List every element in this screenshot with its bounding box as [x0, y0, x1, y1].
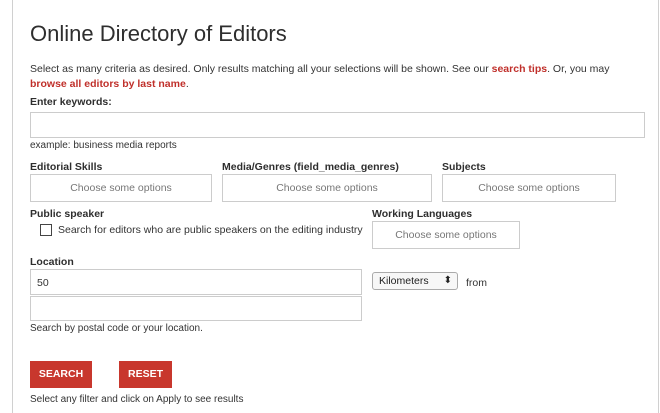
- intro-text-before: Select as many criteria as desired. Only…: [30, 63, 492, 75]
- keywords-input[interactable]: [30, 112, 645, 138]
- working-languages-label: Working Languages: [372, 208, 473, 220]
- browse-by-last-name-link[interactable]: browse all editors by last name: [30, 78, 186, 90]
- public-speaker-label: Public speaker: [30, 208, 105, 220]
- footer-note: Select any filter and click on Apply to …: [30, 394, 244, 405]
- working-languages-select[interactable]: Choose some options: [372, 221, 520, 249]
- search-tips-link[interactable]: search tips: [492, 63, 547, 75]
- editorial-skills-label: Editorial Skills: [30, 161, 103, 173]
- keywords-label: Enter keywords:: [30, 96, 112, 108]
- public-speaker-checkbox-label[interactable]: Search for editors who are public speake…: [58, 224, 363, 236]
- postal-code-input[interactable]: [30, 296, 362, 321]
- subjects-select[interactable]: Choose some options: [442, 174, 616, 202]
- subjects-label: Subjects: [442, 161, 486, 173]
- location-label: Location: [30, 256, 74, 268]
- search-button[interactable]: SEARCH: [30, 361, 92, 388]
- keywords-example: example: business media reports: [30, 140, 177, 151]
- from-label: from: [466, 277, 487, 289]
- public-speaker-checkbox[interactable]: [40, 224, 52, 236]
- media-genres-label: Media/Genres (field_media_genres): [222, 161, 399, 173]
- select-arrows-icon: ⬍: [443, 275, 452, 286]
- media-genres-select[interactable]: Choose some options: [222, 174, 432, 202]
- distance-unit-select[interactable]: Kilometers ⬍: [372, 272, 458, 290]
- intro-text-after: .: [185, 78, 189, 90]
- editorial-skills-select[interactable]: Choose some options: [30, 174, 212, 202]
- intro-text-middle: . Or, you may: [547, 63, 610, 75]
- intro-text: Select as many criteria as desired. Only…: [30, 62, 646, 92]
- location-help: Search by postal code or your location.: [30, 323, 203, 334]
- distance-input[interactable]: 50: [30, 269, 362, 295]
- distance-unit-value: Kilometers: [379, 275, 429, 287]
- page-title: Online Directory of Editors: [30, 21, 287, 46]
- reset-button[interactable]: RESET: [119, 361, 172, 388]
